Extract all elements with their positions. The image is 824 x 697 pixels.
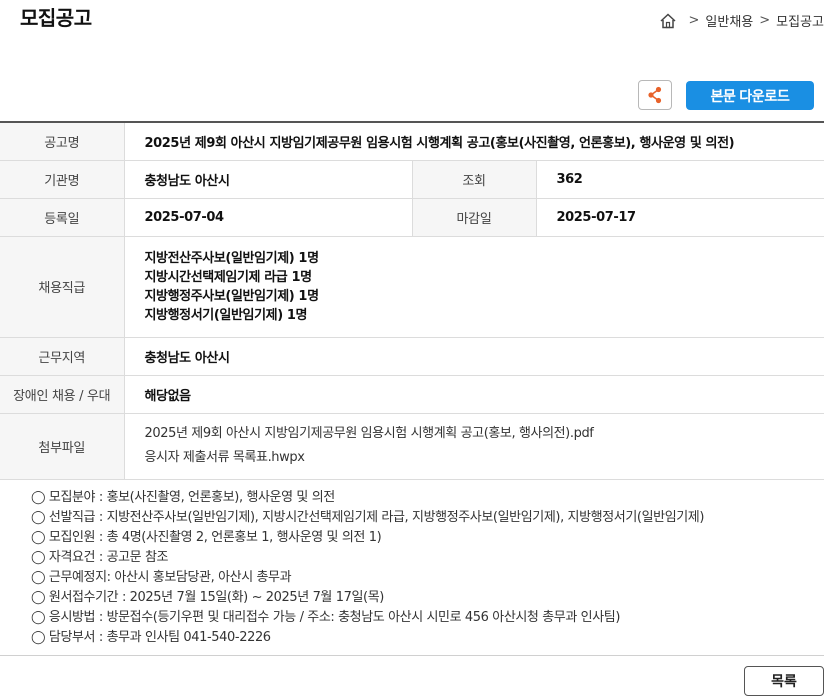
table-row: 근무지역 충청남도 아산시 xyxy=(0,337,824,376)
agency-label: 기관명 xyxy=(0,160,125,199)
title-label: 공고명 xyxy=(0,122,125,161)
breadcrumb-separator: > xyxy=(759,13,771,28)
download-body-button[interactable]: 본문 다운로드 xyxy=(686,81,814,110)
registered-date-label: 등록일 xyxy=(0,198,125,237)
page-title: 모집공고 xyxy=(20,6,92,30)
table-row: 채용직급 지방전산주사보(일반임기제) 1명 지방시간선택제임기제 라급 1명 … xyxy=(0,236,824,338)
position-item: 지방시간선택제임기제 라급 1명 xyxy=(144,269,313,285)
position-item: 지방행정주사보(일반임기제) 1명 xyxy=(144,288,320,304)
breadcrumb: > 일반채용 > 모집공고 xyxy=(659,11,824,30)
breadcrumb-separator: > xyxy=(688,13,700,28)
attachment-link[interactable]: 2025년 제9회 아산시 지방임기제공무원 임용시험 시행계획 공고(홍보, … xyxy=(145,422,824,446)
summary-item: ◯ 모집분야 : 홍보(사진촬영, 언론홍보), 행사운영 및 의전 xyxy=(31,490,335,505)
share-icon xyxy=(648,86,662,104)
summary-item: ◯ 선발직급 : 지방전산주사보(일반임기제), 지방시간선택제임기제 라급, … xyxy=(31,510,705,525)
divider xyxy=(0,655,824,656)
summary-item: ◯ 자격요건 : 공고문 참조 xyxy=(31,550,169,565)
attachments-value: 2025년 제9회 아산시 지방임기제공무원 임용시험 시행계획 공고(홍보, … xyxy=(124,413,824,480)
breadcrumb-item-recruitment-notice[interactable]: 모집공고 xyxy=(776,11,824,30)
home-icon[interactable] xyxy=(659,12,677,30)
views-label: 조회 xyxy=(412,160,537,199)
disabled-hiring-value: 해당없음 xyxy=(124,375,824,414)
table-row: 기관명 충청남도 아산시 조회 362 xyxy=(0,160,824,199)
registered-date-value: 2025-07-04 xyxy=(124,198,413,237)
summary-item: ◯ 원서접수기간 : 2025년 7월 15일(화) ~ 2025년 7월 17… xyxy=(31,590,384,605)
positions-label: 채용직급 xyxy=(0,236,125,338)
table-row: 장애인 채용 / 우대 해당없음 xyxy=(0,375,824,414)
positions-value: 지방전산주사보(일반임기제) 1명 지방시간선택제임기제 라급 1명 지방행정주… xyxy=(124,236,824,338)
summary-item: ◯ 근무예정지: 아산시 홍보담당관, 아산시 총무과 xyxy=(31,570,292,585)
location-value: 충청남도 아산시 xyxy=(124,337,824,376)
views-value: 362 xyxy=(536,160,824,199)
attachments-label: 첨부파일 xyxy=(0,413,125,480)
table-row: 등록일 2025-07-04 마감일 2025-07-17 xyxy=(0,198,824,237)
attachment-link[interactable]: 응시자 제출서류 목록표.hwpx xyxy=(145,446,824,470)
deadline-label: 마감일 xyxy=(412,198,537,237)
summary-item: ◯ 응시방법 : 방문접수(등기우편 및 대리접수 가능 / 주소: 충청남도 … xyxy=(31,610,620,625)
breadcrumb-item-general-hiring[interactable]: 일반채용 xyxy=(705,11,753,30)
summary-item: ◯ 담당부서 : 총무과 인사팀 041-540-2226 xyxy=(31,630,271,645)
notice-info-table: 공고명 2025년 제9회 아산시 지방임기제공무원 임용시험 시행계획 공고(… xyxy=(0,121,824,480)
deadline-value: 2025-07-17 xyxy=(536,198,824,237)
table-row: 공고명 2025년 제9회 아산시 지방임기제공무원 임용시험 시행계획 공고(… xyxy=(0,122,824,161)
location-label: 근무지역 xyxy=(0,337,125,376)
position-item: 지방행정서기(일반임기제) 1명 xyxy=(144,307,308,323)
disabled-hiring-label: 장애인 채용 / 우대 xyxy=(0,375,125,414)
share-button[interactable] xyxy=(638,80,672,110)
notice-summary: ◯ 모집분야 : 홍보(사진촬영, 언론홍보), 행사운영 및 의전 ◯ 선발직… xyxy=(31,488,704,648)
summary-item: ◯ 모집인원 : 총 4명(사진촬영 2, 언론홍보 1, 행사운영 및 의전 … xyxy=(31,530,382,545)
list-button[interactable]: 목록 xyxy=(744,666,824,696)
title-value: 2025년 제9회 아산시 지방임기제공무원 임용시험 시행계획 공고(홍보(사… xyxy=(124,122,824,161)
table-row: 첨부파일 2025년 제9회 아산시 지방임기제공무원 임용시험 시행계획 공고… xyxy=(0,413,824,480)
position-item: 지방전산주사보(일반임기제) 1명 xyxy=(144,250,320,266)
agency-value: 충청남도 아산시 xyxy=(124,160,413,199)
